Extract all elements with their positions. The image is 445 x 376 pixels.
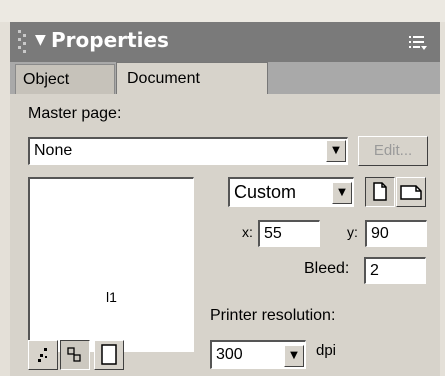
alignment-icon: [67, 347, 81, 362]
edit-button[interactable]: Edit...: [358, 136, 428, 166]
x-value: 55: [264, 225, 282, 242]
bleed-value: 2: [370, 262, 379, 279]
fit-page-button[interactable]: [28, 340, 58, 370]
triangle-down-icon[interactable]: ▼: [35, 32, 46, 48]
tab-bar: Object Document: [10, 62, 440, 94]
y-input[interactable]: 90: [365, 220, 427, 247]
master-page-dropdown-button[interactable]: ▼: [326, 140, 346, 162]
tab-object[interactable]: Object: [15, 64, 115, 94]
master-page-value: None: [34, 142, 73, 159]
tab-document[interactable]: Document: [116, 62, 268, 94]
printer-resolution-value: 300: [216, 346, 243, 363]
page-size-dropdown-button[interactable]: ▼: [332, 182, 352, 204]
x-input[interactable]: 55: [258, 220, 320, 247]
y-label: y:: [347, 224, 358, 240]
landscape-button[interactable]: [396, 177, 426, 207]
top-strip: [0, 0, 445, 22]
page-preview: l1: [28, 177, 194, 352]
y-value: 90: [371, 225, 389, 242]
page-icon: [101, 344, 117, 365]
panel-title: Properties: [51, 28, 169, 52]
x-label: x:: [242, 224, 253, 240]
bleed-input[interactable]: 2: [364, 257, 426, 284]
panel-menu-icon[interactable]: [408, 33, 428, 53]
printer-resolution-label: Printer resolution:: [210, 307, 336, 324]
page-size-value: Custom: [234, 182, 297, 202]
properties-panel: ▼ Properties Object Document Master page…: [10, 22, 440, 376]
page-view-button[interactable]: [94, 340, 124, 370]
landscape-page-icon: [400, 185, 422, 200]
portrait-button[interactable]: [365, 177, 395, 207]
preview-label: l1: [106, 289, 117, 305]
printer-resolution-dropdown-button[interactable]: ▼: [284, 345, 304, 367]
dpi-label: dpi: [316, 342, 337, 359]
grip-icon[interactable]: [18, 30, 28, 54]
master-page-label: Master page:: [28, 105, 122, 122]
portrait-page-icon: [373, 182, 387, 201]
fit-page-icon: [38, 348, 47, 362]
bleed-label: Bleed:: [304, 260, 350, 277]
alignment-button[interactable]: [60, 340, 90, 370]
master-page-select[interactable]: None: [28, 137, 348, 165]
panel-titlebar[interactable]: ▼ Properties: [10, 22, 440, 62]
